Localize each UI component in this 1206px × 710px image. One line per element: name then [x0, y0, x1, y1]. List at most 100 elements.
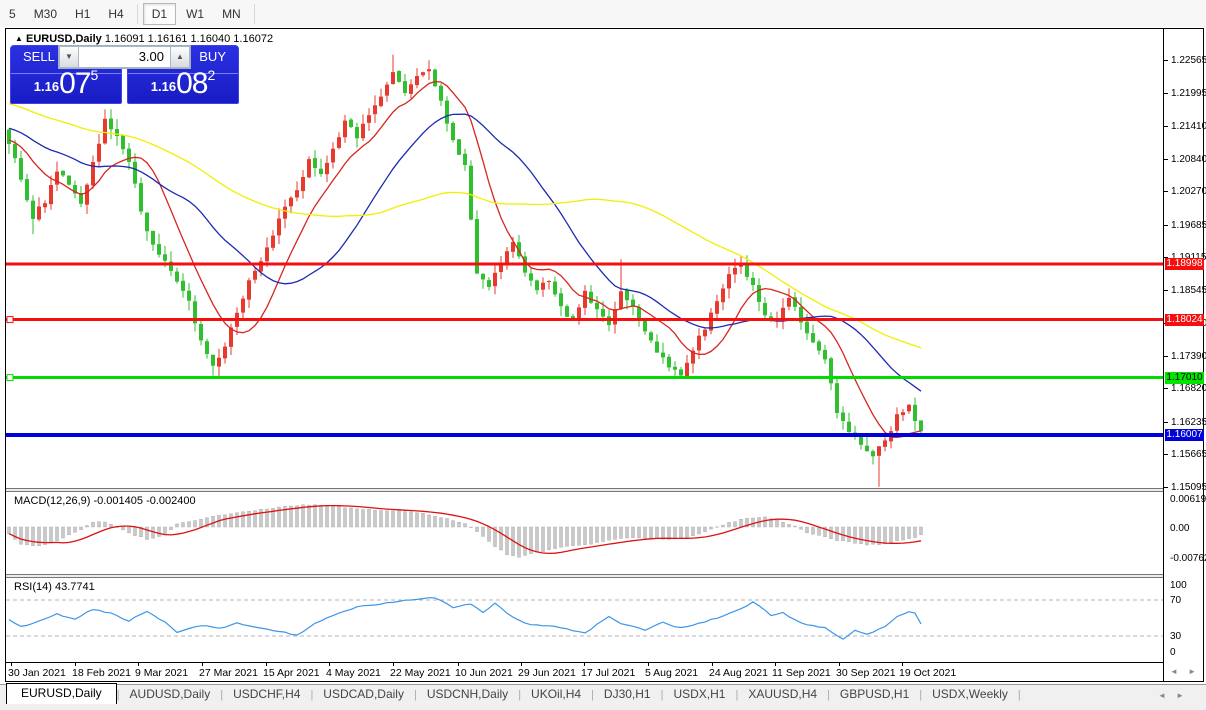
- date-label: 30 Sep 2021: [836, 667, 896, 679]
- price-tick-label: 1.17390: [1164, 351, 1204, 362]
- candle-body: [685, 363, 689, 376]
- macd-bar: [902, 527, 905, 540]
- candle-body: [919, 420, 923, 431]
- macd-bar: [716, 527, 719, 528]
- rsi-label: RSI(14) 43.7741: [14, 581, 95, 593]
- macd-bar: [662, 527, 665, 539]
- macd-panel[interactable]: MACD(12,26,9) -0.001405 -0.002400: [6, 492, 1163, 574]
- macd-bar: [68, 527, 71, 535]
- macd-signal-line: [9, 506, 921, 554]
- candle-body: [37, 207, 41, 220]
- timeframe-button-w1[interactable]: W1: [178, 4, 212, 24]
- chart-tab-eurusd[interactable]: EURUSD,Daily: [6, 683, 117, 704]
- macd-bar: [380, 511, 383, 528]
- candle-body: [625, 290, 629, 300]
- price-tick-label: 1.21410: [1164, 121, 1204, 132]
- macd-label: MACD(12,26,9) -0.001405 -0.002400: [14, 495, 196, 507]
- line-anchor-handle[interactable]: [7, 317, 13, 323]
- macd-bar: [788, 524, 791, 527]
- macd-bar: [92, 522, 95, 527]
- chart-tab-usdcnh[interactable]: USDCNH,Daily: [417, 685, 518, 704]
- chart-tab-usdx[interactable]: USDX,Weekly: [922, 685, 1018, 704]
- candle-body: [373, 105, 377, 114]
- price-tick-label: 1.20840: [1164, 154, 1204, 165]
- candle-body: [613, 309, 617, 325]
- line-anchor-handle[interactable]: [7, 375, 13, 381]
- macd-bar: [596, 527, 599, 543]
- candle-body: [343, 121, 347, 138]
- date-tick: [266, 663, 267, 666]
- price-level-badge: 1.18024: [1165, 314, 1204, 326]
- macd-bar: [734, 522, 737, 527]
- macd-bar: [722, 525, 725, 527]
- macd-bar: [752, 518, 755, 527]
- main-chart-panel[interactable]: ▲ EURUSD,Daily 1.16091 1.16161 1.16040 1…: [6, 29, 1163, 488]
- price-tick-label: 1.15095: [1164, 482, 1204, 493]
- candle-body: [859, 437, 863, 445]
- sell-button[interactable]: SELL: [23, 49, 55, 69]
- chart-tab-usdcad[interactable]: USDCAD,Daily: [313, 685, 414, 704]
- candle-body: [733, 268, 737, 275]
- indicator-axis-label: 70: [1164, 595, 1204, 606]
- macd-bar: [668, 527, 671, 539]
- axis-scroll-arrows[interactable]: ◄ ►: [1170, 667, 1200, 676]
- macd-bar: [26, 527, 29, 545]
- macd-bar: [764, 517, 767, 527]
- rsi-panel[interactable]: RSI(14) 43.7741: [6, 578, 1163, 662]
- macd-bar: [98, 522, 101, 527]
- price-tick-label: 1.19685: [1164, 220, 1204, 231]
- chart-tab-usdx[interactable]: USDX,H1: [663, 685, 735, 704]
- price-axis[interactable]: 1.225651.219951.214101.208401.202701.196…: [1163, 29, 1203, 681]
- macd-bar: [8, 527, 11, 534]
- macd-bar: [332, 507, 335, 527]
- macd-bar: [476, 527, 479, 532]
- macd-bar: [914, 527, 917, 538]
- macd-bar: [458, 522, 461, 527]
- chart-tab-xauusd[interactable]: XAUUSD,H4: [738, 685, 827, 704]
- candle-body: [253, 271, 257, 280]
- chart-tab-dj30[interactable]: DJ30,H1: [594, 685, 661, 704]
- chart-tab-audusd[interactable]: AUDUSD,Daily: [120, 685, 221, 704]
- timeframe-button-h4[interactable]: H4: [100, 4, 131, 24]
- candle-body: [241, 299, 245, 313]
- volume-increase-button[interactable]: ▲: [170, 46, 190, 68]
- candle-body: [175, 272, 179, 282]
- tab-scroll-arrows[interactable]: ◄ ►: [1158, 691, 1188, 700]
- timeframe-button-mn[interactable]: MN: [214, 4, 249, 24]
- volume-decrease-button[interactable]: ▼: [59, 46, 79, 68]
- chart-tab-ukoil[interactable]: UKOil,H4: [521, 685, 591, 704]
- rsi-chart[interactable]: [6, 578, 1163, 662]
- toolbar-separator: [137, 4, 138, 24]
- toolbar-separator: [254, 4, 255, 24]
- timeframe-button-d1[interactable]: D1: [143, 3, 176, 25]
- price-tick-label: 1.15665: [1164, 449, 1204, 460]
- date-tick: [329, 663, 330, 666]
- volume-input[interactable]: 3.00: [79, 46, 170, 68]
- timeframe-button-m30[interactable]: M30: [26, 4, 65, 24]
- macd-bar: [674, 527, 677, 539]
- macd-bar: [500, 527, 503, 550]
- macd-bar: [680, 527, 683, 538]
- candle-body: [649, 332, 653, 340]
- chart-tab-usdchf[interactable]: USDCHF,H4: [223, 685, 310, 704]
- macd-bar: [698, 527, 701, 534]
- candle-body: [67, 176, 71, 185]
- candle-body: [781, 308, 785, 320]
- macd-bar: [794, 526, 797, 527]
- date-label: 24 Aug 2021: [709, 667, 768, 679]
- chart-tab-bar: EURUSD,Daily|AUDUSD,Daily|USDCHF,H4|USDC…: [0, 684, 1206, 704]
- price-tick-label: 1.16235: [1164, 417, 1204, 428]
- date-tick: [584, 663, 585, 666]
- candle-body: [415, 76, 419, 85]
- macd-bar: [584, 527, 587, 545]
- collapse-triangle-icon[interactable]: ▲: [15, 34, 23, 43]
- candle-body: [409, 84, 413, 94]
- timeframe-button-5[interactable]: 5: [1, 4, 24, 24]
- date-axis[interactable]: 30 Jan 202118 Feb 20219 Mar 202127 Mar 2…: [6, 662, 1163, 681]
- candle-body: [133, 162, 137, 184]
- candle-body: [481, 274, 485, 280]
- timeframe-button-h1[interactable]: H1: [67, 4, 98, 24]
- date-label: 29 Jun 2021: [518, 667, 576, 679]
- buy-button[interactable]: BUY: [199, 49, 226, 69]
- chart-tab-gbpusd[interactable]: GBPUSD,H1: [830, 685, 919, 704]
